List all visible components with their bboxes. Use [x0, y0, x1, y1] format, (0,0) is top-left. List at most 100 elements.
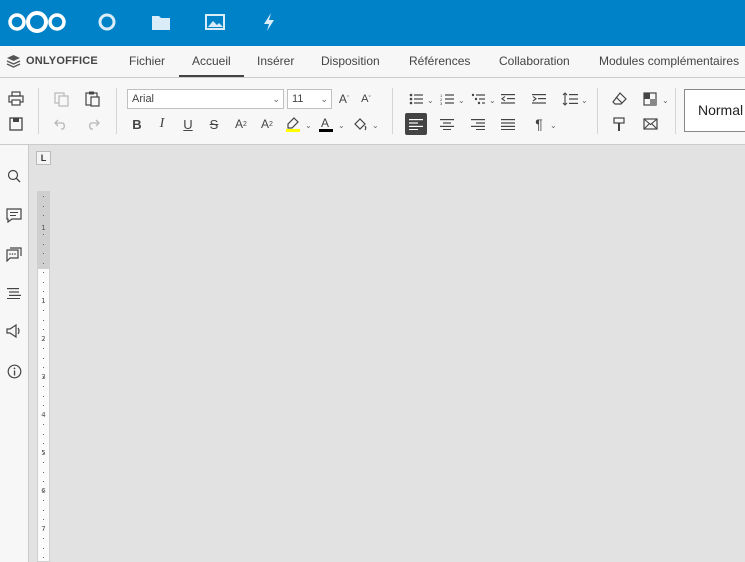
italic-icon[interactable]: I: [151, 113, 173, 135]
bold-icon[interactable]: B: [126, 113, 148, 135]
dashboard-icon[interactable]: [93, 8, 121, 36]
subscript-icon[interactable]: A2: [256, 113, 278, 135]
align-center-icon[interactable]: [436, 113, 458, 135]
ruler-tick: [43, 462, 44, 463]
print-icon[interactable]: [5, 88, 27, 110]
ruler-tick: [43, 357, 44, 359]
ruler-tick: [43, 414, 44, 416]
ruler-tick: [43, 490, 44, 492]
ruler-tick: [43, 443, 44, 444]
ruler-tick: [43, 538, 44, 539]
vertical-ruler[interactable]: 1 1 2 3 4 5 6 7: [37, 191, 50, 562]
tab-modules[interactable]: Modules complémentaires: [599, 46, 739, 77]
chevron-down-icon[interactable]: ⌄: [581, 96, 588, 105]
chat-icon[interactable]: [4, 244, 24, 264]
redo-icon[interactable]: [81, 113, 103, 135]
line-spacing-icon[interactable]: [559, 88, 581, 110]
tab-disposition[interactable]: Disposition: [321, 46, 380, 77]
ruler-tick: [43, 433, 44, 435]
font-size-value: 11: [292, 93, 304, 105]
home-toolbar: Arial ⌄ 11 ⌄ Aˆ Aˇ B I U S A2 A2 ⌄ A ⌄ ⌄…: [0, 78, 745, 145]
tab-references[interactable]: Références: [409, 46, 470, 77]
ruler-tick: [43, 272, 44, 273]
ruler-tick: [43, 338, 44, 340]
justify-icon[interactable]: [497, 113, 519, 135]
style-normal[interactable]: Normal: [684, 89, 745, 132]
paragraph-marks-icon[interactable]: ¶: [528, 113, 550, 135]
chevron-down-icon[interactable]: ⌄: [372, 121, 379, 130]
paste-icon[interactable]: [81, 88, 103, 110]
multilevel-list-icon[interactable]: [467, 88, 489, 110]
undo-icon[interactable]: [50, 113, 72, 135]
decrease-indent-icon[interactable]: [497, 88, 519, 110]
ruler-tick: [43, 224, 44, 226]
separator: [116, 88, 117, 134]
align-right-icon[interactable]: [467, 113, 489, 135]
ruler-tick: [43, 253, 44, 254]
tab-stop-selector[interactable]: L: [36, 151, 51, 165]
clear-style-icon[interactable]: [608, 88, 630, 110]
chevron-down-icon: ⌄: [272, 94, 280, 104]
tab-collaboration[interactable]: Collaboration: [499, 46, 570, 77]
ruler-tick: [43, 481, 44, 482]
ruler-tick: [43, 395, 44, 397]
ruler-tick: [43, 310, 44, 311]
tab-fichier[interactable]: Fichier: [129, 46, 165, 77]
chevron-down-icon: ⌄: [320, 94, 328, 104]
files-icon[interactable]: [147, 8, 175, 36]
comments-icon[interactable]: [4, 205, 24, 225]
chevron-down-icon[interactable]: ⌄: [338, 121, 345, 130]
search-icon[interactable]: [4, 166, 24, 186]
about-icon[interactable]: [4, 361, 24, 381]
underline-icon[interactable]: U: [177, 113, 199, 135]
style-normal-label: Normal: [698, 102, 744, 118]
ruler-tick: [43, 528, 44, 530]
separator: [597, 88, 598, 134]
paragraph-shading-icon[interactable]: [349, 113, 371, 135]
ruler-tick: [43, 519, 44, 520]
numbering-icon[interactable]: 123: [436, 88, 458, 110]
nextcloud-logo-icon[interactable]: [6, 8, 68, 36]
separator: [675, 88, 676, 134]
align-left-icon[interactable]: [405, 113, 427, 135]
chevron-down-icon[interactable]: ⌄: [489, 96, 496, 105]
ruler-tick: [43, 500, 44, 501]
document-canvas[interactable]: [51, 145, 745, 562]
separator: [392, 88, 393, 134]
ruler-tick: [43, 300, 44, 302]
ruler-tick: [43, 205, 44, 207]
top-nav-bar: [0, 0, 745, 46]
color-scheme-icon[interactable]: [639, 88, 661, 110]
save-icon[interactable]: [5, 113, 27, 135]
increase-font-icon[interactable]: Aˆ: [333, 88, 355, 110]
ruler-tick: [43, 319, 44, 321]
brand-name: ONLYOFFICE: [26, 55, 98, 67]
separator: [38, 88, 39, 134]
chevron-down-icon[interactable]: ⌄: [427, 96, 434, 105]
chevron-down-icon[interactable]: ⌄: [458, 96, 465, 105]
tab-accueil[interactable]: Accueil: [179, 46, 244, 77]
chevron-down-icon[interactable]: ⌄: [662, 96, 669, 105]
font-name-select[interactable]: Arial ⌄: [127, 89, 284, 109]
chevron-down-icon[interactable]: ⌄: [305, 121, 312, 130]
photos-icon[interactable]: [201, 8, 229, 36]
chevron-down-icon[interactable]: ⌄: [550, 121, 557, 130]
copy-icon[interactable]: [50, 88, 72, 110]
ruler-tick: [43, 243, 44, 245]
bullets-icon[interactable]: [405, 88, 427, 110]
decrease-font-icon[interactable]: Aˇ: [355, 88, 377, 110]
mail-merge-icon[interactable]: [639, 113, 661, 135]
increase-indent-icon[interactable]: [528, 88, 550, 110]
activity-icon[interactable]: [255, 8, 283, 36]
superscript-icon[interactable]: A2: [230, 113, 252, 135]
copy-style-icon[interactable]: [608, 113, 630, 135]
strikethrough-icon[interactable]: S: [203, 113, 225, 135]
tab-inserer[interactable]: Insérer: [257, 46, 294, 77]
navigation-icon[interactable]: [4, 283, 24, 303]
feedback-icon[interactable]: [4, 321, 24, 341]
ruler-tick: [43, 509, 44, 511]
font-color-icon[interactable]: A: [315, 113, 337, 135]
highlight-icon[interactable]: [282, 113, 304, 135]
font-size-select[interactable]: 11 ⌄: [287, 89, 332, 109]
onlyoffice-logo: ONLYOFFICE: [6, 54, 98, 68]
